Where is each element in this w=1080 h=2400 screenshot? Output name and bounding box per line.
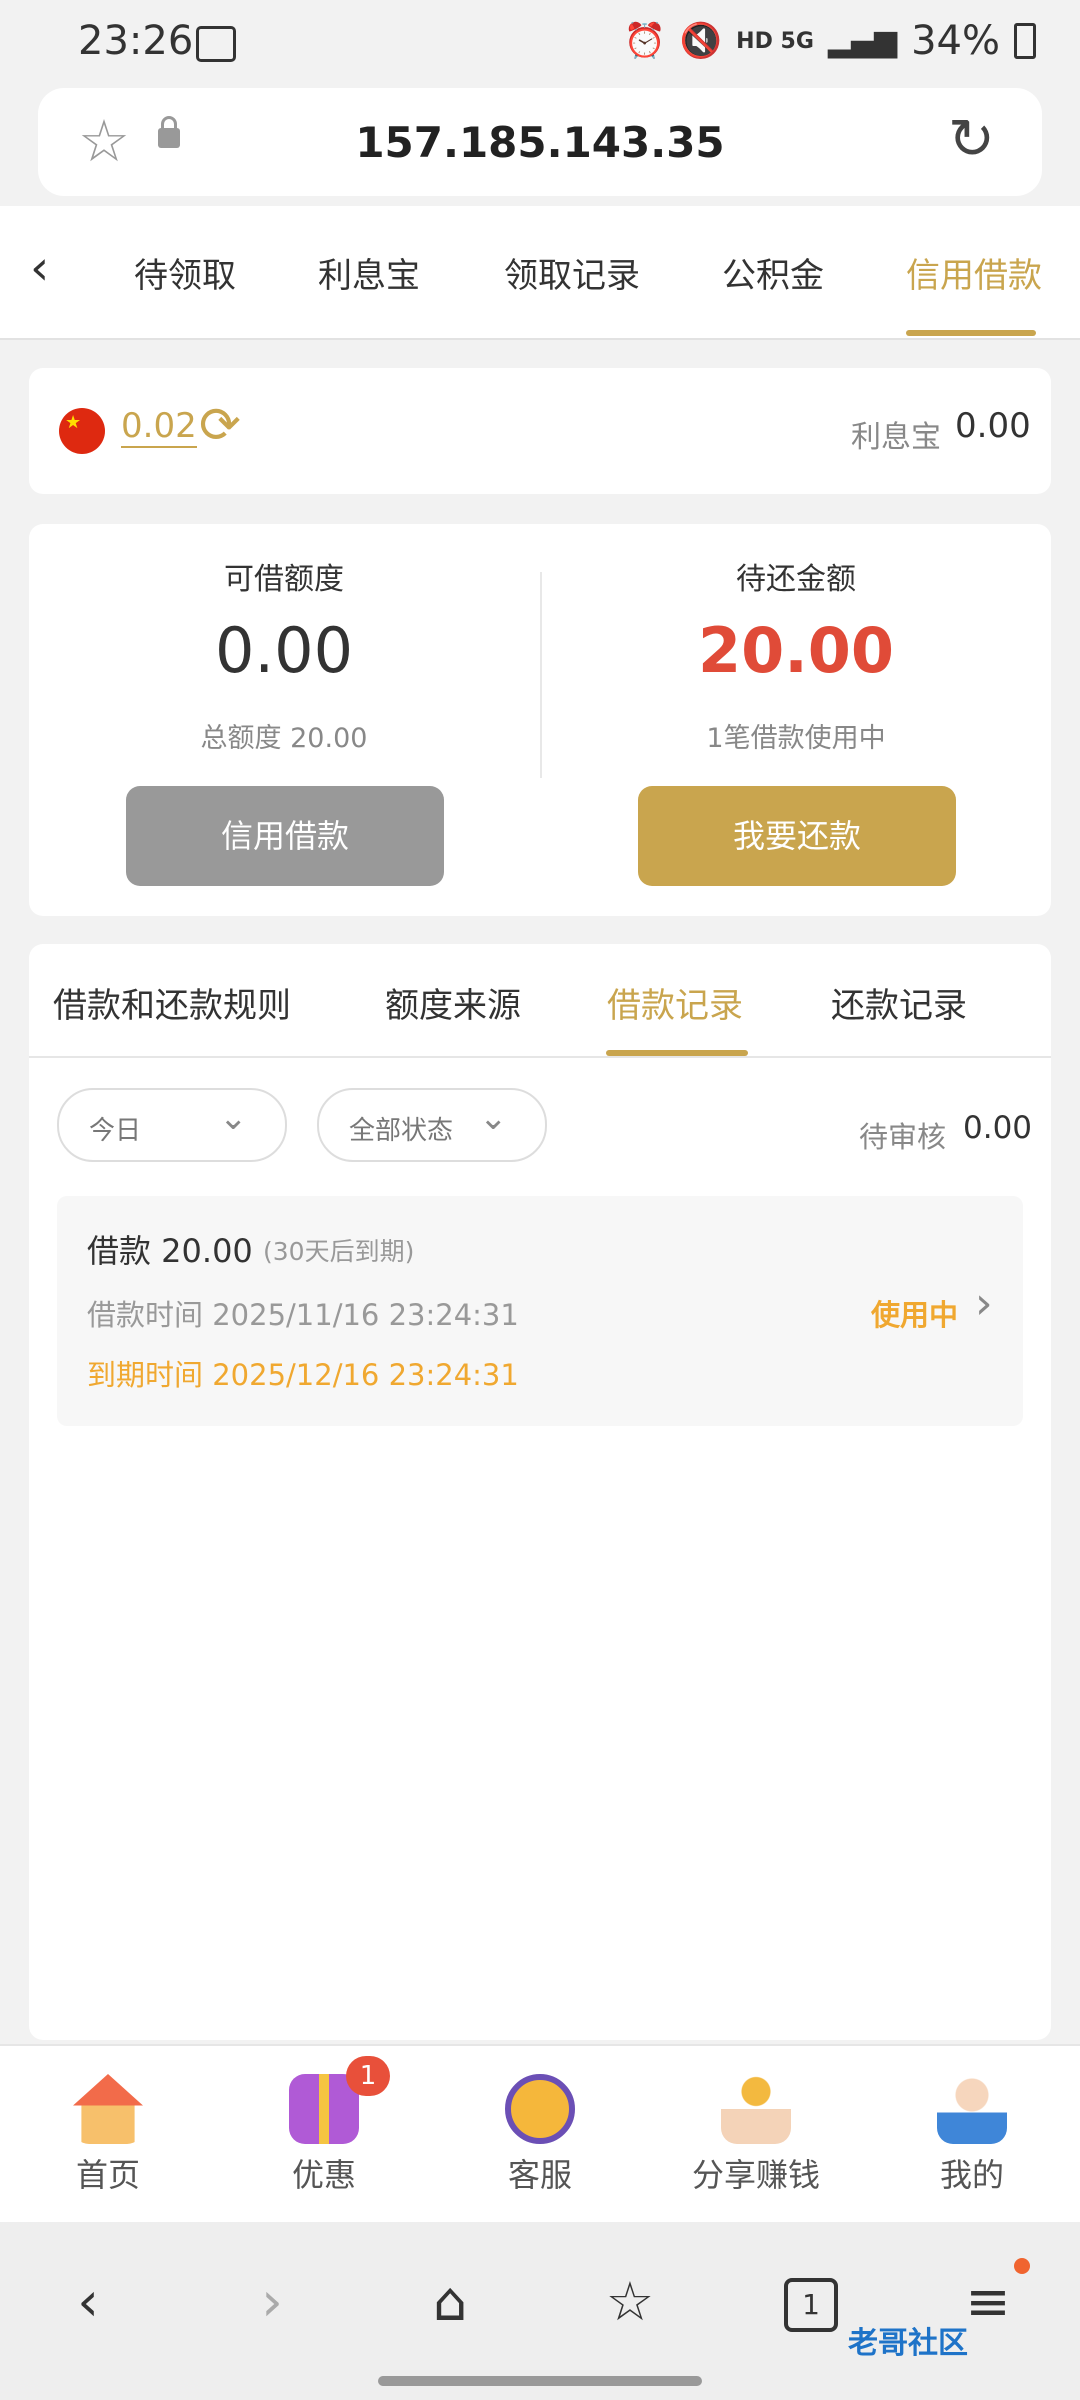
reload-icon[interactable]: ↻ <box>948 112 995 168</box>
headset-icon <box>505 2074 575 2144</box>
tabs-divider <box>29 1056 1051 1058</box>
tab-home-label: 首页 <box>75 2156 140 2194</box>
browser-home-icon[interactable]: ⌂ <box>410 2262 490 2342</box>
signal-icon: ▂▄▆ <box>827 23 898 59</box>
tab-customer-service-label: 客服 <box>507 2156 572 2194</box>
battery-percent: 34% <box>911 18 1000 64</box>
loan-status: 使用中 <box>871 1298 959 1332</box>
status-filter[interactable]: 全部状态 ⌄ <box>317 1088 547 1162</box>
gallery-notification-icon <box>196 26 236 62</box>
bottom-tab-bar: 首页 1 优惠 客服 分享赚钱 我的 <box>0 2044 1080 2224</box>
top-tab-bar: ‹ 待领取 利息宝 领取记录 公积金 信用借款 <box>0 206 1080 340</box>
pending-value: 20.00 <box>697 614 895 687</box>
date-filter-label: 今日 <box>89 1116 142 1146</box>
tab-profile-label: 我的 <box>939 2156 1004 2194</box>
watermark-logo: 老哥社区 <box>848 2326 968 2361</box>
due-time: 到期时间 2025/12/16 23:24:31 <box>87 1358 519 1392</box>
status-indicators: ⏰ 🔇 HD 5G ▂▄▆ 34% <box>623 18 1036 64</box>
pending-review-value: 0.00 <box>963 1110 1033 1146</box>
tab-profile[interactable]: 我的 <box>892 2046 1052 2224</box>
browser-tabs-icon[interactable]: 1 <box>770 2262 850 2342</box>
alarm-icon: ⏰ <box>623 21 666 61</box>
active-tab-underline <box>906 330 1036 336</box>
repay-button[interactable]: 我要还款 <box>638 786 956 886</box>
china-flag-icon: ★ <box>59 408 105 454</box>
credit-card: 可借额度 0.00 总额度 20.00 待还金额 20.00 1笔借款使用中 信… <box>29 524 1051 916</box>
handshake-icon <box>721 2074 791 2144</box>
total-credit: 总额度 20.00 <box>200 723 368 754</box>
home-indicator <box>378 2376 702 2386</box>
pending-review-label: 待审核 <box>859 1120 947 1154</box>
chevron-down-icon: ⌄ <box>479 1098 508 1138</box>
url-text[interactable]: 157.185.143.35 <box>38 118 1042 167</box>
loan-title: 借款 20.00 <box>87 1232 253 1270</box>
loan-record-item[interactable]: 借款 20.00 (30天后到期) 借款时间 2025/11/16 23:24:… <box>57 1196 1023 1426</box>
menu-notification-dot <box>1014 2258 1030 2274</box>
offers-badge: 1 <box>346 2056 390 2096</box>
pending-note: 1笔借款使用中 <box>706 723 886 754</box>
tab-rules[interactable]: 借款和还款规则 <box>53 978 291 1027</box>
tab-credit-source[interactable]: 额度来源 <box>385 978 521 1027</box>
browser-back-icon[interactable]: ‹ <box>48 2262 128 2342</box>
date-filter[interactable]: 今日 ⌄ <box>57 1088 287 1162</box>
balance-amount[interactable]: 0.02 <box>121 406 197 448</box>
status-filter-label: 全部状态 <box>349 1116 454 1146</box>
tab-credit-loan[interactable]: 信用借款 <box>906 248 1042 297</box>
borrow-button[interactable]: 信用借款 <box>126 786 444 886</box>
tab-interest-treasure[interactable]: 利息宝 <box>318 248 420 297</box>
tab-customer-service[interactable]: 客服 <box>460 2046 620 2224</box>
tab-provident-fund[interactable]: 公积金 <box>722 248 824 297</box>
mute-icon: 🔇 <box>679 21 723 61</box>
pending-label: 待还金额 <box>736 562 856 597</box>
back-chevron-icon[interactable]: ‹ <box>30 240 49 296</box>
tab-count: 1 <box>784 2278 838 2332</box>
tab-loan-records[interactable]: 借款记录 <box>607 978 743 1027</box>
tab-home[interactable]: 首页 <box>28 2046 188 2224</box>
chevron-right-icon: › <box>975 1278 993 1329</box>
tab-repayment-records[interactable]: 还款记录 <box>831 978 967 1027</box>
status-time: 23:26 <box>78 18 194 64</box>
chevron-down-icon: ⌄ <box>219 1098 248 1138</box>
refresh-icon[interactable]: ⟳ <box>199 396 241 454</box>
tab-offers-label: 优惠 <box>291 2156 356 2194</box>
home-icon <box>73 2074 143 2144</box>
available-value: 0.00 <box>214 614 354 687</box>
loan-term: (30天后到期) <box>263 1237 415 1266</box>
balance-card: ★ 0.02 ⟳ 利息宝 0.00 <box>29 368 1051 494</box>
tab-claim-records[interactable]: 领取记录 <box>504 248 640 297</box>
browser-toolbar: ‹ › ⌂ ☆ 1 ≡ 老哥社区 <box>0 2222 1080 2400</box>
user-avatar-icon <box>937 2074 1007 2144</box>
interest-label: 利息宝 <box>851 420 941 455</box>
available-label: 可借额度 <box>224 562 344 597</box>
network-indicator: HD 5G <box>736 28 814 54</box>
address-bar[interactable]: ☆ 157.185.143.35 ↻ <box>38 88 1042 196</box>
battery-icon <box>1014 23 1036 59</box>
interest-value: 0.00 <box>955 406 1031 446</box>
browser-forward-icon[interactable]: › <box>232 2262 312 2342</box>
tab-share-earn[interactable]: 分享赚钱 <box>676 2046 836 2224</box>
status-bar: 23:26 ⏰ 🔇 HD 5G ▂▄▆ 34% <box>0 0 1080 88</box>
records-card: 借款和还款规则 额度来源 借款记录 还款记录 今日 ⌄ 全部状态 ⌄ 待审核 0… <box>29 944 1051 2040</box>
browser-bookmarks-icon[interactable]: ☆ <box>590 2262 670 2342</box>
tab-pending-claim[interactable]: 待领取 <box>134 248 236 297</box>
tab-share-earn-label: 分享赚钱 <box>691 2156 820 2194</box>
borrow-time: 借款时间 2025/11/16 23:24:31 <box>87 1298 519 1332</box>
tab-offers[interactable]: 1 优惠 <box>244 2046 404 2224</box>
